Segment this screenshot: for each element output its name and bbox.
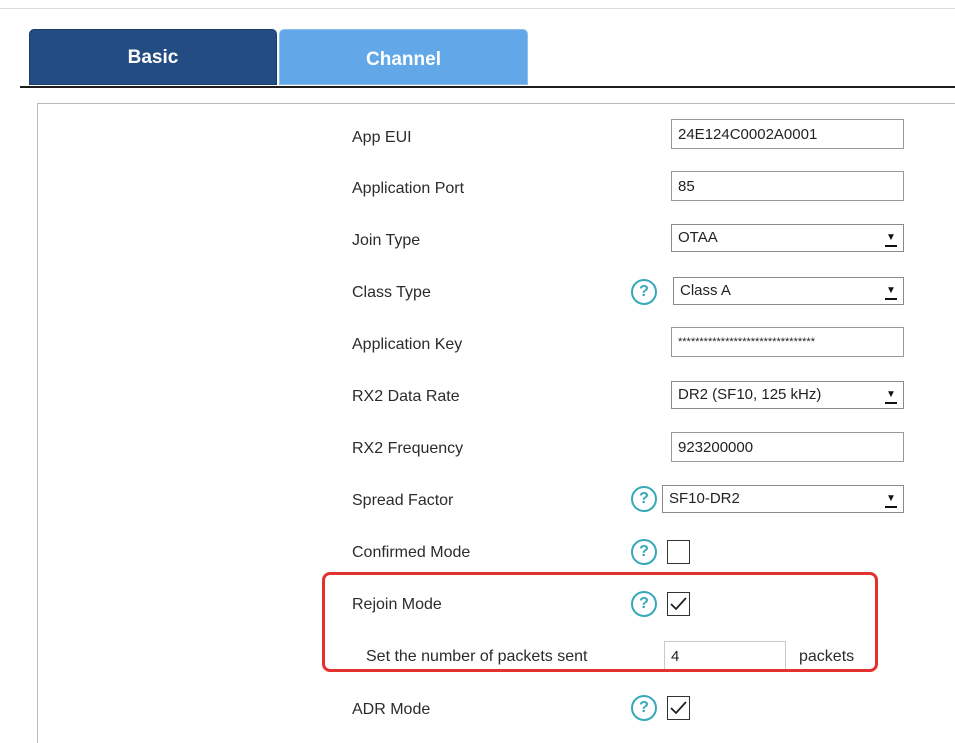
rx2-data-rate-select[interactable]: DR2 (SF10, 125 kHz) ▼ bbox=[671, 381, 904, 409]
class-type-label: Class Type bbox=[352, 284, 431, 301]
tab-channel[interactable]: Channel bbox=[279, 29, 528, 85]
join-type-label: Join Type bbox=[352, 232, 421, 249]
confirmed-mode-help-icon[interactable]: ? bbox=[631, 539, 657, 565]
tab-basic[interactable]: Basic bbox=[29, 29, 277, 85]
tab-channel-label: Channel bbox=[366, 49, 441, 70]
application-key-label: Application Key bbox=[352, 336, 463, 353]
checkmark-icon bbox=[670, 597, 687, 611]
tab-basic-label: Basic bbox=[127, 47, 179, 68]
class-type-value: Class A bbox=[680, 282, 731, 299]
chevron-down-icon: ▼ bbox=[885, 387, 897, 404]
rx2-frequency-label: RX2 Frequency bbox=[352, 440, 464, 457]
spread-factor-help-icon[interactable]: ? bbox=[631, 486, 657, 512]
class-type-select[interactable]: Class A ▼ bbox=[673, 277, 904, 305]
spread-factor-label: Spread Factor bbox=[352, 492, 454, 509]
spread-factor-select[interactable]: SF10-DR2 ▼ bbox=[662, 485, 904, 513]
rejoin-mode-help-icon[interactable]: ? bbox=[631, 591, 657, 617]
chevron-down-icon: ▼ bbox=[885, 491, 897, 508]
join-type-value: OTAA bbox=[678, 229, 718, 246]
app-eui-label: App EUI bbox=[352, 129, 412, 146]
adr-mode-label: ADR Mode bbox=[352, 701, 431, 718]
app-eui-input[interactable] bbox=[671, 119, 904, 149]
chevron-down-icon: ▼ bbox=[885, 283, 897, 300]
class-type-help-icon[interactable]: ? bbox=[631, 279, 657, 305]
rx2-data-rate-label: RX2 Data Rate bbox=[352, 388, 460, 405]
application-port-label: Application Port bbox=[352, 180, 465, 197]
rx2-frequency-input[interactable] bbox=[671, 432, 904, 462]
packets-input[interactable] bbox=[664, 641, 786, 671]
application-key-input[interactable] bbox=[671, 327, 904, 357]
confirmed-mode-checkbox[interactable] bbox=[667, 540, 690, 564]
packets-label: Set the number of packets sent bbox=[366, 648, 588, 665]
application-port-input[interactable] bbox=[671, 171, 904, 201]
packets-unit-label: packets bbox=[799, 648, 855, 665]
rejoin-mode-label: Rejoin Mode bbox=[352, 596, 442, 613]
checkmark-icon bbox=[670, 701, 687, 715]
adr-mode-checkbox[interactable] bbox=[667, 696, 690, 720]
confirmed-mode-label: Confirmed Mode bbox=[352, 544, 471, 561]
rejoin-mode-checkbox[interactable] bbox=[667, 592, 690, 616]
chevron-down-icon: ▼ bbox=[885, 230, 897, 247]
adr-mode-help-icon[interactable]: ? bbox=[631, 695, 657, 721]
tab-underline bbox=[20, 86, 955, 88]
top-divider bbox=[0, 8, 955, 9]
spread-factor-value: SF10-DR2 bbox=[669, 490, 740, 507]
rx2-data-rate-value: DR2 (SF10, 125 kHz) bbox=[678, 386, 822, 403]
join-type-select[interactable]: OTAA ▼ bbox=[671, 224, 904, 252]
